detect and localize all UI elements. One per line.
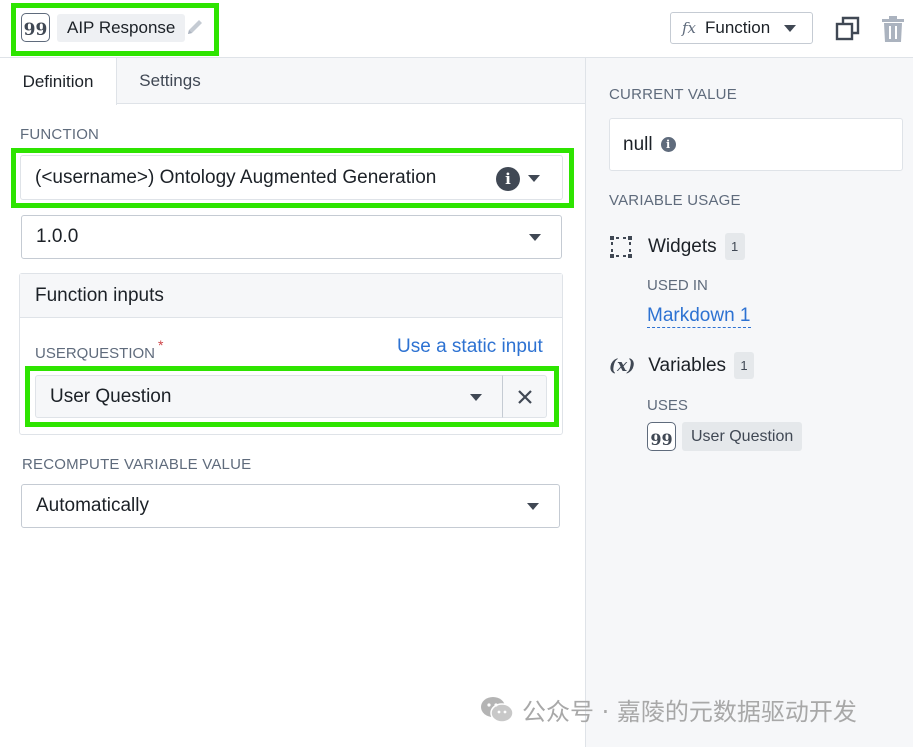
function-select-value: (<username>) Ontology Augmented Generati… bbox=[35, 166, 437, 188]
current-value-box: null i bbox=[609, 118, 903, 171]
widgets-count-badge: 1 bbox=[724, 233, 745, 260]
uses-variable-chip: User Question bbox=[682, 422, 803, 451]
clear-input-button[interactable] bbox=[502, 375, 547, 418]
current-value: null bbox=[623, 133, 653, 155]
close-icon bbox=[517, 389, 532, 404]
tab-settings[interactable]: Settings bbox=[117, 58, 223, 104]
required-mark: * bbox=[158, 337, 164, 353]
variables-usage-row: (x) Variables 1 bbox=[609, 352, 755, 379]
userquestion-select-value: User Question bbox=[50, 385, 172, 407]
info-icon[interactable]: i bbox=[660, 137, 676, 152]
widgets-label: Widgets bbox=[648, 235, 717, 257]
trash-icon[interactable] bbox=[880, 15, 906, 43]
wechat-icon bbox=[481, 696, 514, 723]
recompute-select-value: Automatically bbox=[36, 495, 149, 516]
version-select[interactable]: 1.0.0 bbox=[21, 215, 562, 259]
quote-icon: 99 bbox=[647, 422, 676, 451]
uses-item[interactable]: 99 User Question bbox=[647, 422, 803, 451]
version-select-value: 1.0.0 bbox=[36, 226, 79, 247]
variable-title[interactable]: AIP Response bbox=[57, 14, 186, 42]
copy-icon[interactable] bbox=[835, 16, 861, 42]
variable-usage-label: VARIABLE USAGE bbox=[609, 192, 741, 209]
caret-down-icon bbox=[528, 174, 540, 182]
variable-icon: (x) bbox=[609, 355, 636, 376]
recompute-select[interactable]: Automatically bbox=[21, 484, 560, 528]
caret-down-icon bbox=[784, 24, 797, 32]
pencil-icon[interactable] bbox=[184, 16, 206, 38]
userquestion-label-text: USERQUESTION bbox=[35, 345, 156, 362]
variables-label: Variables bbox=[648, 354, 727, 376]
function-type-label: Function bbox=[705, 18, 771, 37]
tab-definition[interactable]: Definition bbox=[0, 58, 117, 105]
current-value-label: CURRENT VALUE bbox=[609, 86, 737, 103]
quote-icon: 99 bbox=[21, 13, 50, 42]
tab-bar: Definition Settings bbox=[0, 58, 585, 105]
info-icon[interactable]: i bbox=[496, 167, 520, 191]
function-inputs-title: Function inputs bbox=[20, 274, 562, 318]
fx-icon: fx bbox=[682, 19, 697, 37]
function-label: FUNCTION bbox=[20, 126, 100, 143]
header: 99 AIP Response fx Function bbox=[0, 0, 913, 58]
userquestion-label: USERQUESTION * bbox=[35, 337, 163, 362]
watermark-text: 公众号 · 嘉陵的元数据驱动开发 bbox=[522, 698, 857, 726]
caret-down-icon bbox=[470, 393, 482, 401]
caret-down-icon bbox=[529, 234, 541, 241]
userquestion-select[interactable]: User Question bbox=[35, 375, 503, 418]
function-select[interactable]: (<username>) Ontology Augmented Generati… bbox=[20, 155, 563, 200]
recompute-label: RECOMPUTE VARIABLE VALUE bbox=[22, 456, 252, 473]
widgets-icon bbox=[610, 235, 632, 258]
uses-label: USES bbox=[647, 397, 688, 414]
caret-down-icon bbox=[527, 503, 539, 510]
used-in-markdown-link[interactable]: Markdown 1 bbox=[647, 305, 751, 328]
variables-count-badge: 1 bbox=[734, 352, 755, 379]
watermark: 公众号 · 嘉陵的元数据驱动开发 bbox=[480, 692, 857, 727]
use-static-input-link[interactable]: Use a static input bbox=[397, 336, 543, 358]
widgets-usage-row: Widgets 1 bbox=[609, 233, 745, 260]
used-in-label: USED IN bbox=[647, 277, 708, 294]
function-type-button[interactable]: fx Function bbox=[670, 12, 813, 44]
